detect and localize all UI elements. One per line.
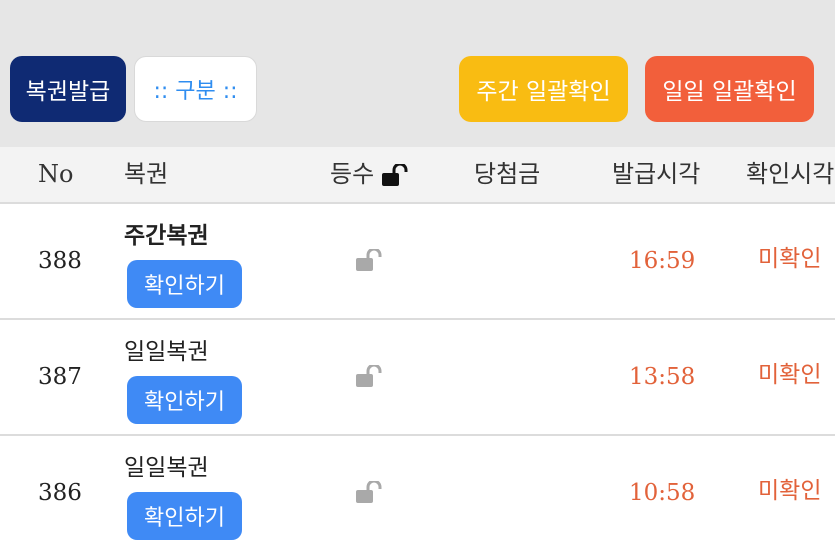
row-no: 387: [38, 364, 82, 390]
ticket-type: 주간복권: [124, 223, 209, 249]
unlock-icon: [382, 163, 408, 186]
issued-time: 10:58: [629, 480, 696, 506]
check-ticket-button[interactable]: 확인하기: [127, 492, 242, 540]
header-ticket: 복권: [124, 160, 169, 188]
table-row: 388 주간복권 확인하기 16:59 미확인: [0, 204, 835, 320]
header-no: No: [38, 160, 74, 188]
confirm-status: 미확인: [758, 478, 822, 504]
issue-ticket-button[interactable]: 복권발급: [10, 56, 126, 122]
issued-time: 16:59: [629, 248, 696, 274]
ticket-table: No 복권 등수 당첨금 발급시각 확인시각 388 주간복권 확인하기 16:…: [0, 147, 835, 548]
header-rank-label: 등수: [330, 160, 375, 188]
ticket-type: 일일복권: [124, 339, 209, 365]
table-row: 387 일일복권 확인하기 13:58 미확인: [0, 320, 835, 436]
table-row: 386 일일복권 확인하기 10:58 미확인: [0, 436, 835, 548]
header-rank: 등수: [330, 147, 408, 202]
unlock-icon: [356, 365, 382, 387]
ticket-type: 일일복권: [124, 455, 209, 481]
issued-time: 13:58: [629, 364, 696, 390]
confirm-status: 미확인: [758, 246, 822, 272]
confirm-status: 미확인: [758, 362, 822, 388]
header-prize: 당첨금: [474, 160, 541, 188]
header-confirmed-time: 확인시각: [746, 160, 835, 188]
check-ticket-button[interactable]: 확인하기: [127, 376, 242, 424]
toolbar: 복권발급 :: 구분 :: 주간 일괄확인 일일 일괄확인: [0, 0, 835, 147]
unlock-icon: [356, 249, 382, 271]
table-header: No 복권 등수 당첨금 발급시각 확인시각: [0, 147, 835, 204]
daily-confirm-all-button[interactable]: 일일 일괄확인: [645, 56, 814, 122]
category-select[interactable]: :: 구분 ::: [134, 56, 257, 122]
row-no: 386: [38, 480, 82, 506]
check-ticket-button[interactable]: 확인하기: [127, 260, 242, 308]
weekly-confirm-all-button[interactable]: 주간 일괄확인: [459, 56, 628, 122]
row-no: 388: [38, 248, 82, 274]
header-issued-time: 발급시각: [612, 160, 701, 188]
unlock-icon: [356, 481, 382, 503]
